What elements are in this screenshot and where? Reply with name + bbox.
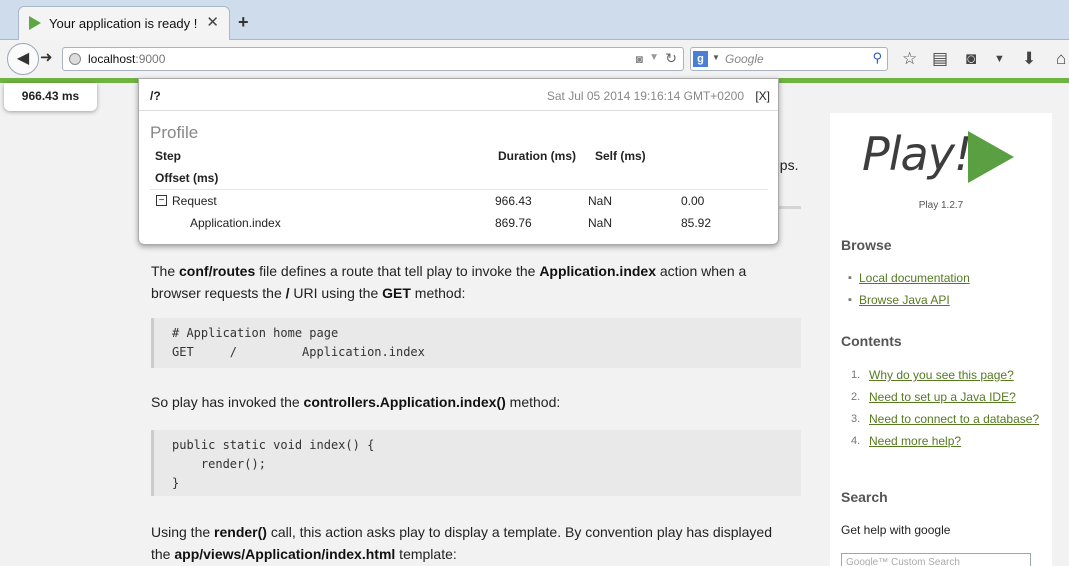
browse-list: ▪ Local documentation ▪ Browse Java API	[848, 271, 1045, 315]
routes-paragraph: The conf/routes file defines a route tha…	[151, 263, 747, 301]
search-help-text: Get help with google	[841, 523, 951, 537]
list-item: 4. Need more help?	[851, 434, 962, 448]
pocket-toolbar-icon[interactable]: ◙	[966, 49, 976, 69]
list-item: ▪ Local documentation	[848, 271, 1045, 286]
google-engine-icon[interactable]: g	[693, 51, 708, 67]
controller-code-block: public static void index() { render(); }	[151, 430, 801, 496]
controller-paragraph: So play has invoked the controllers.Appl…	[151, 394, 561, 410]
profile-close-button[interactable]: [X]	[755, 89, 770, 103]
profile-header: /? Sat Jul 05 2014 19:16:14 GMT+0200 [X]	[139, 79, 778, 111]
row-self-request: NaN	[588, 194, 613, 208]
url-bar[interactable]: localhost:9000 ◙ ▼ ↻	[62, 47, 684, 71]
navigation-toolbar: ◀ ➜ localhost:9000 ◙ ▼ ↻ g ▼ Google ⚲ ☆ …	[0, 40, 1069, 78]
url-text[interactable]: localhost:9000	[88, 52, 165, 66]
browse-java-api-link[interactable]: Browse Java API	[859, 293, 950, 307]
search-icon[interactable]: ⚲	[872, 50, 882, 66]
search-placeholder: Google	[725, 52, 764, 66]
row-step-application-index: Application.index	[190, 216, 281, 230]
browse-heading: Browse	[841, 237, 892, 253]
tab-close-icon[interactable]: ✕	[206, 13, 219, 31]
sidebar: Play! Play 1.2.7 Browse ▪ Local documenta…	[830, 113, 1052, 566]
profile-popup: /? Sat Jul 05 2014 19:16:14 GMT+0200 [X]…	[138, 78, 779, 245]
row-offset-request: 0.00	[681, 194, 705, 208]
play-favicon-icon	[29, 16, 41, 30]
back-arrow-icon: ◀	[16, 50, 30, 67]
column-header-self: Self (ms)	[595, 149, 646, 163]
row-duration-application-index: 869.76	[495, 216, 532, 230]
row-self-application-index: NaN	[588, 216, 613, 230]
local-documentation-link[interactable]: Local documentation	[859, 271, 970, 285]
pocket-icon[interactable]: ◙	[636, 52, 643, 66]
url-port: :9000	[135, 52, 166, 66]
column-header-step: Step	[155, 149, 182, 163]
list-item: 3. Need to connect to a database?	[851, 412, 1040, 426]
list-item: 1. Why do you see this page?	[851, 368, 1014, 382]
home-icon[interactable]: ⌂	[1056, 49, 1066, 69]
column-header-offset: Offset (ms)	[155, 171, 219, 185]
list-item: ▪ Browse Java API	[848, 293, 1045, 308]
contents-list: 1. Why do you see this page? 2. Need to se…	[849, 368, 1045, 456]
render-paragraph: Using the render() call, this action ask…	[151, 524, 773, 562]
play-triangle-icon	[968, 131, 1014, 183]
globe-icon	[69, 53, 81, 65]
contents-link-help[interactable]: Need more help?	[869, 434, 961, 448]
tab-active[interactable]: Your application is ready ! ✕	[18, 6, 230, 40]
profile-timestamp: Sat Jul 05 2014 19:16:14 GMT+0200	[546, 89, 744, 103]
forward-button[interactable]: ➜	[40, 48, 53, 66]
tab-title: Your application is ready !	[49, 16, 198, 31]
reload-icon[interactable]: ↻	[665, 50, 677, 67]
search-bar[interactable]: g ▼ Google ⚲	[690, 47, 888, 71]
tab-bar: Your application is ready ! ✕ +	[0, 0, 1069, 40]
bookmark-star-icon[interactable]: ☆	[902, 49, 917, 69]
url-host: localhost	[88, 52, 136, 66]
row-duration-request: 966.43	[495, 194, 532, 208]
row-step-request: Request	[172, 194, 217, 208]
table-divider	[150, 189, 768, 190]
new-tab-button[interactable]: +	[238, 12, 249, 33]
profiler-timer-badge[interactable]: 966.43 ms	[4, 83, 97, 111]
row-offset-application-index: 85.92	[681, 216, 712, 230]
reading-list-icon[interactable]: ▤	[932, 49, 948, 69]
engine-dropdown-icon[interactable]: ▼	[712, 53, 720, 62]
contents-heading: Contents	[841, 333, 902, 349]
contents-link-why[interactable]: Why do you see this page?	[869, 368, 1014, 382]
contents-link-ide[interactable]: Need to set up a Java IDE?	[869, 390, 1016, 404]
collapse-toggle-icon[interactable]: −	[156, 195, 167, 206]
profile-path: /?	[150, 89, 161, 103]
search-heading: Search	[841, 489, 888, 505]
history-dropdown-icon[interactable]: ▼	[649, 52, 659, 63]
bullet-icon: ▪	[848, 272, 852, 284]
play-version: Play 1.2.7	[918, 200, 964, 211]
column-header-duration: Duration (ms)	[498, 149, 576, 163]
download-icon[interactable]: ⬇	[1022, 49, 1036, 69]
play-logo-text: Play!	[862, 127, 972, 181]
bullet-icon: ▪	[848, 294, 852, 306]
list-item: 2. Need to set up a Java IDE?	[851, 390, 1016, 404]
pocket-dropdown-icon[interactable]: ▼	[994, 53, 1005, 65]
contents-link-database[interactable]: Need to connect to a database?	[869, 412, 1039, 426]
google-custom-search-input[interactable]: Google™ Custom Search	[841, 553, 1031, 566]
back-button[interactable]: ◀	[7, 43, 39, 75]
profile-title: Profile	[150, 123, 199, 142]
play-logo: Play!	[862, 127, 1022, 197]
routes-code-block: # Application home page GET / Applicatio…	[151, 318, 801, 368]
